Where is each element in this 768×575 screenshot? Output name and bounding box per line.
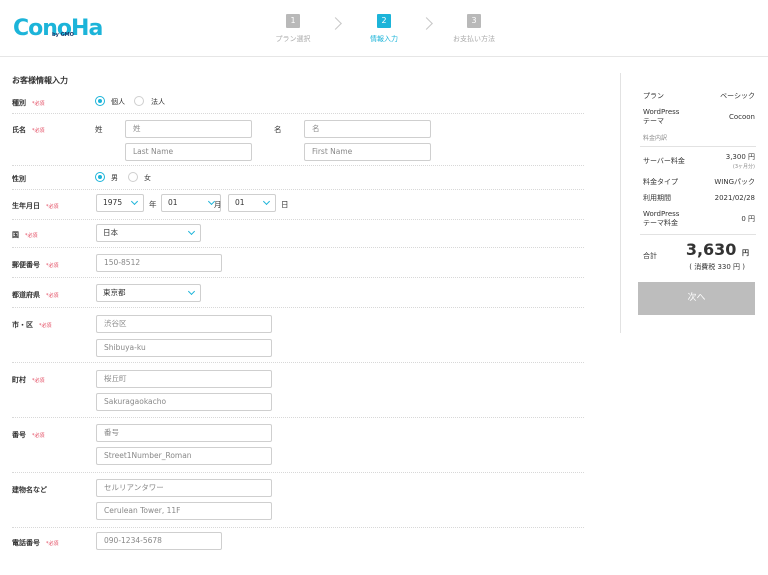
form-title: お客様情報入力 [12,76,68,85]
summary-value: 2021/02/28 [714,194,755,202]
row-city: 市・区 *必須 渋谷区 Shibuya-ku [12,308,584,363]
mei-label: 名 [274,125,282,134]
field-label: 郵便番号 *必須 [12,261,59,269]
row-country: 国 *必須 日本 [12,220,584,248]
year-unit: 年 [149,200,157,209]
row-name: 氏名 *必須 姓 姓 名 名 Last Name First Name [12,114,584,166]
tax-note: ( 消費税 330 円 ) [689,263,745,271]
field-label: 性別 [12,175,26,183]
city-jp-input[interactable]: 渋谷区 [96,315,272,333]
field-label: 国 *必須 [12,231,38,239]
field-label: 氏名 *必須 [12,126,45,134]
summary-key: 料金タイプ [643,178,678,186]
step-number: 1 [286,14,300,28]
summary-sub: (3ヶ月分) [732,164,755,170]
field-label: 建物名など [12,486,47,494]
summary-value: WINGパック [714,178,755,186]
year-select[interactable]: 1975 [96,194,144,212]
row-type: 種別 *必須 個人 法人 [12,90,584,114]
summary-key: 合計 [643,252,657,260]
logo-sub: by GMO [52,32,74,38]
summary-divider [640,146,756,147]
step-number: 3 [467,14,481,28]
step-info: 2 情報入力 [344,14,424,44]
row-street: 番号 *必須 番号 Street1Number_Roman [12,418,584,473]
country-select[interactable]: 日本 [96,224,201,242]
field-label: 種別 *必須 [12,99,45,107]
summary-key: WordPress テーマ [643,108,680,125]
row-gender: 性別 男 女 [12,166,584,190]
radio-individual[interactable] [95,96,105,106]
mei-input[interactable]: 名 [304,120,431,138]
summary-divider [640,234,756,235]
prefecture-select[interactable]: 東京都 [96,284,201,302]
step-plan: 1 プラン選択 [253,14,333,44]
summary-theme: WordPress テーマ Cocoon [643,108,755,128]
summary-value: ベーシック [720,92,755,100]
summary-key: 利用期間 [643,194,671,202]
month-unit: 月 [214,200,222,209]
next-button[interactable]: 次へ [638,282,755,315]
field-label: 町村 *必須 [12,376,45,384]
town-jp-input[interactable]: 桜丘町 [96,370,272,388]
field-label: 都道府県 *必須 [12,291,59,299]
radio-male[interactable] [95,172,105,182]
row-prefecture: 都道府県 *必須 東京都 [12,278,584,308]
first-name-input[interactable]: First Name [304,143,431,161]
city-en-input[interactable]: Shibuya-ku [96,339,272,357]
radio-label: 個人 [111,98,125,106]
phone-input[interactable]: 090-1234-5678 [96,532,222,550]
summary-key: 料金内訳 [643,135,668,142]
summary-key: プラン [643,92,664,100]
row-postal: 郵便番号 *必須 150-8512 [12,248,584,278]
sei-label: 姓 [95,125,103,134]
postal-input[interactable]: 150-8512 [96,254,222,272]
field-label: 生年月日 *必須 [12,202,59,210]
day-select[interactable]: 01 [228,194,276,212]
chevron-down-icon [130,197,139,206]
day-unit: 日 [281,200,289,209]
building-en-input[interactable]: Cerulean Tower, 11F [96,502,272,520]
chevron-down-icon [187,227,196,236]
field-label: 市・区 *必須 [12,321,52,329]
row-town: 町村 *必須 桜丘町 Sakuragaokacho [12,363,584,418]
month-select[interactable]: 01 [161,194,221,212]
summary-value: 3,300 円 [725,153,755,161]
sei-input[interactable]: 姓 [125,120,252,138]
field-label: 番号 *必須 [12,431,45,439]
total-amount: 3,630 円 [685,240,749,259]
step-label: 情報入力 [370,35,398,43]
step-payment: 3 お支払い方法 [434,14,514,44]
step-label: プラン選択 [275,35,311,43]
row-birthday: 生年月日 *必須 1975 年 01 月 01 日 [12,190,584,220]
summary-key: サーバー料金 [643,157,685,165]
summary-value: Cocoon [728,113,755,121]
row-building: 建物名など セルリアンタワー Cerulean Tower, 11F [12,473,584,528]
radio-female[interactable] [128,172,138,182]
radio-label: 女 [144,174,151,182]
building-jp-input[interactable]: セルリアンタワー [96,479,272,497]
row-phone: 電話番号 *必須 090-1234-5678 [12,528,584,558]
last-name-input[interactable]: Last Name [125,143,252,161]
step-number: 2 [377,14,391,28]
radio-label: 男 [111,174,118,182]
town-en-input[interactable]: Sakuragaokacho [96,393,272,411]
radio-corporate[interactable] [134,96,144,106]
summary-server: サーバー料金 3,300 円 (3ヶ月分) [643,153,755,173]
summary-key: WordPress テーマ料金 [643,210,680,227]
summary-value: 0 円 [741,215,755,223]
header: ConoHa by GMO 1 プラン選択 2 情報入力 3 お支払い方法 [0,0,768,57]
street-jp-input[interactable]: 番号 [96,424,272,442]
chevron-down-icon [187,287,196,296]
chevron-down-icon [262,197,271,206]
summary-theme-fee: WordPress テーマ料金 0 円 [643,210,755,230]
street-en-input[interactable]: Street1Number_Roman [96,447,272,465]
radio-label: 法人 [151,98,165,106]
field-label: 電話番号 *必須 [12,539,59,547]
step-label: お支払い方法 [453,35,495,43]
